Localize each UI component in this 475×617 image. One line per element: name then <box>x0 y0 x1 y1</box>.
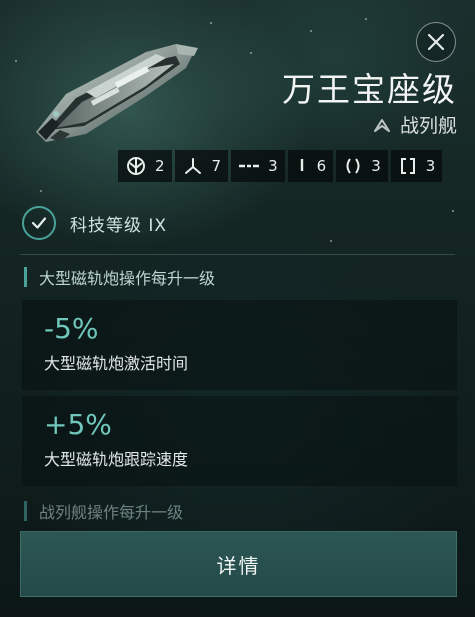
turret-icon <box>184 158 201 174</box>
slot-summary: 2 7 3 6 3 3 <box>118 150 443 182</box>
low-slot-icon <box>300 159 303 171</box>
slot-rig-value: 3 <box>425 157 436 175</box>
section-accent-bar <box>24 501 27 521</box>
section-accent-bar <box>24 267 27 287</box>
details-button[interactable]: 详情 <box>20 531 457 597</box>
chevron-up-icon <box>373 118 390 132</box>
divider <box>20 254 455 255</box>
slot-drone: 3 <box>336 150 388 182</box>
bonus-value: -5% <box>44 312 99 345</box>
skill-requirement: 科技等级 IX <box>22 206 167 240</box>
bonus-text: 大型磁轨炮激活时间 <box>44 354 189 373</box>
slot-mid: 3 <box>231 150 285 182</box>
next-section-title: 战列舰操作每升一级 <box>24 500 183 522</box>
bonus-card: +5% 大型磁轨炮跟踪速度 <box>22 396 457 486</box>
ship-image <box>36 44 198 142</box>
checkmark-icon <box>31 217 47 229</box>
bonus-value: +5% <box>44 408 112 441</box>
slot-drone-value: 3 <box>371 157 381 175</box>
close-button[interactable] <box>416 22 456 62</box>
section-title: 大型磁轨炮操作每升一级 <box>24 266 215 288</box>
slot-rig: 3 <box>390 150 443 182</box>
bonus-card: -5% 大型磁轨炮激活时间 <box>22 300 457 390</box>
slot-high-value: 2 <box>155 157 165 175</box>
skill-check <box>22 206 56 240</box>
slot-high: 2 <box>118 150 172 182</box>
ship-name: 万王宝座级 <box>282 70 457 109</box>
ship-class: 战列舰 <box>372 111 457 138</box>
slot-turret: 7 <box>174 150 229 182</box>
section-title-text: 大型磁轨炮操作每升一级 <box>39 269 216 288</box>
high-slot-icon <box>127 157 145 175</box>
slot-low-value: 6 <box>316 157 327 175</box>
mid-slot-icon <box>239 164 260 168</box>
close-icon <box>427 33 445 51</box>
slot-turret-value: 7 <box>211 157 222 175</box>
ship-class-label: 战列舰 <box>399 115 457 137</box>
slot-low: 6 <box>287 150 334 182</box>
next-section-title-text: 战列舰操作每升一级 <box>39 503 184 522</box>
drone-icon <box>346 158 360 174</box>
rig-icon <box>400 158 415 174</box>
slot-mid-value: 3 <box>268 157 278 175</box>
bonus-text: 大型磁轨炮跟踪速度 <box>44 450 189 469</box>
skill-label: 科技等级 IX <box>70 215 168 236</box>
